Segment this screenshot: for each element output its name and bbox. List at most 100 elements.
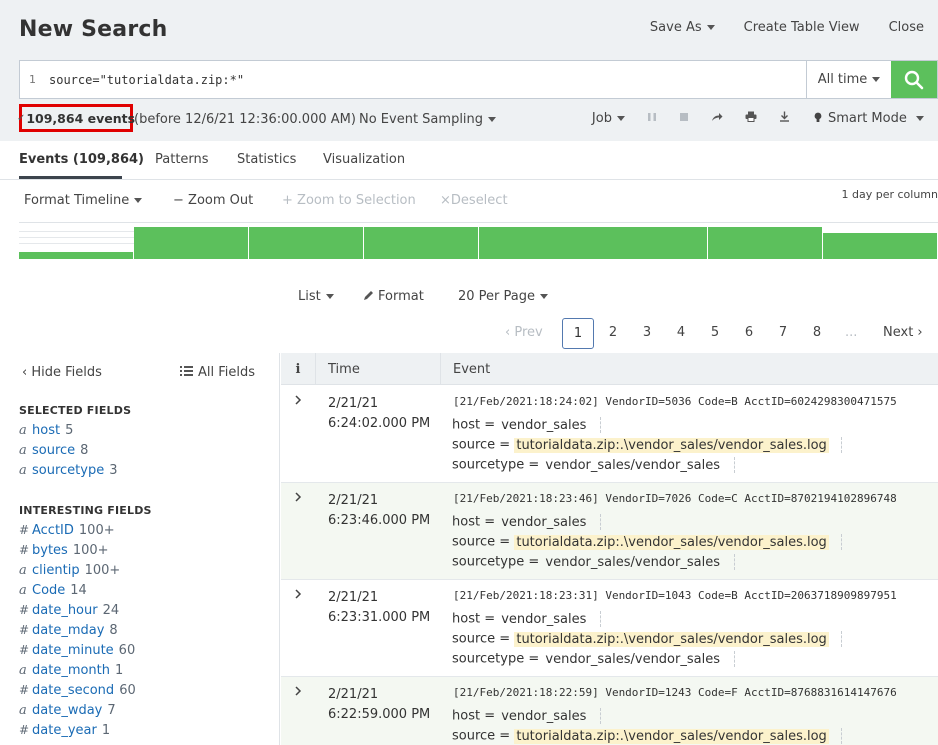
event-raw-text[interactable]: [21/Feb/2021:18:23:31] VendorID=1043 Cod… bbox=[453, 589, 897, 602]
expand-chevron-icon[interactable] bbox=[292, 394, 304, 406]
search-mode-label: Smart Mode bbox=[827, 111, 907, 126]
close-button[interactable]: Close bbox=[889, 20, 924, 35]
prev-page-button[interactable]: ‹ Prev bbox=[505, 325, 543, 340]
page-8-button[interactable]: 8 bbox=[807, 325, 827, 340]
event-raw-text[interactable]: [21/Feb/2021:18:24:02] VendorID=5036 Cod… bbox=[453, 395, 897, 408]
event-raw-text[interactable]: [21/Feb/2021:18:23:46] VendorID=7026 Cod… bbox=[453, 492, 897, 505]
format-menu[interactable]: Format bbox=[363, 289, 424, 304]
deselect-button[interactable]: ×Deselect bbox=[440, 193, 508, 208]
page-4-button[interactable]: 4 bbox=[671, 325, 691, 340]
save-as-menu[interactable]: Save As bbox=[650, 20, 715, 35]
field-count: 100+ bbox=[72, 543, 109, 558]
export-button[interactable] bbox=[779, 111, 790, 126]
page-3-button[interactable]: 3 bbox=[637, 325, 657, 340]
timeline-bar[interactable] bbox=[19, 252, 133, 259]
field-item-date-second[interactable]: # date_second 60 bbox=[19, 683, 136, 698]
page-2-button[interactable]: 2 bbox=[603, 325, 623, 340]
timeline-gridline bbox=[19, 243, 134, 244]
field-item-code[interactable]: a Code 14 bbox=[19, 583, 87, 598]
field-item-date-minute[interactable]: # date_minute 60 bbox=[19, 643, 135, 658]
field-divider bbox=[733, 457, 735, 473]
field-item-host[interactable]: a host 5 bbox=[19, 423, 73, 438]
info-column-header: i bbox=[281, 353, 316, 385]
stop-button[interactable] bbox=[679, 111, 689, 126]
tab-events[interactable]: Events (109,864) bbox=[19, 152, 144, 167]
hide-fields-button[interactable]: ‹ Hide Fields bbox=[22, 365, 102, 380]
event-source-field: source = tutorialdata.zip:.\vendor_sales… bbox=[452, 728, 842, 744]
field-value-host[interactable]: vendor_sales bbox=[499, 709, 588, 724]
time-range-picker[interactable]: All time bbox=[806, 61, 891, 98]
timeline-bar[interactable] bbox=[134, 227, 248, 259]
event-sampling-menu[interactable]: No Event Sampling bbox=[359, 112, 496, 127]
expand-chevron-icon[interactable] bbox=[292, 588, 304, 600]
event-host-field: host = vendor_sales bbox=[452, 708, 602, 724]
share-button[interactable] bbox=[711, 111, 723, 126]
event-raw-text[interactable]: [21/Feb/2021:18:22:59] VendorID=1243 Cod… bbox=[453, 686, 897, 699]
event-time[interactable]: 2/21/21 6:23:31.000 PM bbox=[328, 588, 430, 628]
page-6-button[interactable]: 6 bbox=[739, 325, 759, 340]
share-icon bbox=[711, 113, 723, 121]
timeline-bar[interactable] bbox=[364, 227, 478, 259]
create-table-view-button[interactable]: Create Table View bbox=[744, 20, 860, 35]
job-menu[interactable]: Job bbox=[592, 111, 625, 126]
field-item-source[interactable]: a source 8 bbox=[19, 443, 88, 458]
search-button[interactable] bbox=[891, 61, 937, 98]
timeline-bar[interactable] bbox=[479, 227, 593, 259]
event-time[interactable]: 2/21/21 6:24:02.000 PM bbox=[328, 394, 430, 434]
field-value-host[interactable]: vendor_sales bbox=[499, 418, 588, 433]
field-value-sourcetype[interactable]: vendor_sales/vendor_sales bbox=[543, 458, 722, 473]
field-value-source[interactable]: tutorialdata.zip:.\vendor_sales/vendor_s… bbox=[514, 534, 829, 550]
event-date: 2/21/21 bbox=[328, 396, 379, 411]
tab-statistics[interactable]: Statistics bbox=[237, 152, 296, 167]
field-value-sourcetype[interactable]: vendor_sales/vendor_sales bbox=[543, 555, 722, 570]
per-page-menu[interactable]: 20 Per Page bbox=[458, 289, 548, 304]
event-time[interactable]: 2/21/21 6:22:59.000 PM bbox=[328, 685, 430, 725]
print-icon bbox=[745, 111, 757, 122]
field-item-bytes[interactable]: # bytes 100+ bbox=[19, 543, 109, 558]
field-item-date-wday[interactable]: a date_wday 7 bbox=[19, 703, 116, 718]
field-value-source[interactable]: tutorialdata.zip:.\vendor_sales/vendor_s… bbox=[514, 728, 829, 744]
page-1-button[interactable]: 1 bbox=[562, 318, 594, 349]
timeline-bar[interactable] bbox=[823, 233, 937, 259]
time-column-header[interactable]: Time bbox=[316, 353, 441, 385]
pause-button[interactable] bbox=[647, 111, 657, 126]
format-timeline-menu[interactable]: Format Timeline bbox=[24, 193, 142, 208]
zoom-out-button[interactable]: − Zoom Out bbox=[173, 193, 253, 208]
next-page-button[interactable]: Next › bbox=[883, 325, 923, 340]
print-button[interactable] bbox=[745, 111, 757, 126]
field-item-date-year[interactable]: # date_year 1 bbox=[19, 723, 110, 738]
field-item-clientip[interactable]: a clientip 100+ bbox=[19, 563, 120, 578]
field-value-host[interactable]: vendor_sales bbox=[499, 515, 588, 530]
pager-ellipsis: ... bbox=[845, 325, 858, 340]
timeline-bar[interactable] bbox=[249, 227, 363, 259]
expand-chevron-icon[interactable] bbox=[292, 685, 304, 697]
expand-chevron-icon[interactable] bbox=[292, 491, 304, 503]
timeline-bar[interactable] bbox=[593, 227, 707, 259]
field-item-acctid[interactable]: # AcctID 100+ bbox=[19, 523, 115, 538]
field-item-sourcetype[interactable]: a sourcetype 3 bbox=[19, 463, 118, 478]
tab-patterns[interactable]: Patterns bbox=[155, 152, 209, 167]
timeline-bar[interactable] bbox=[708, 227, 822, 259]
field-divider bbox=[600, 417, 602, 433]
field-item-date-month[interactable]: a date_month 1 bbox=[19, 663, 123, 678]
page-7-button[interactable]: 7 bbox=[773, 325, 793, 340]
search-input[interactable]: source="tutorialdata.zip:*" bbox=[45, 61, 806, 98]
field-value-source[interactable]: tutorialdata.zip:.\vendor_sales/vendor_s… bbox=[514, 437, 829, 453]
field-value-host[interactable]: vendor_sales bbox=[499, 612, 588, 627]
event-source-field: source = tutorialdata.zip:.\vendor_sales… bbox=[452, 534, 842, 550]
field-divider bbox=[840, 631, 842, 647]
field-item-date-mday[interactable]: # date_mday 8 bbox=[19, 623, 118, 638]
event-time[interactable]: 2/21/21 6:23:46.000 PM bbox=[328, 491, 430, 531]
field-value-sourcetype[interactable]: vendor_sales/vendor_sales bbox=[543, 652, 722, 667]
field-name: sourcetype bbox=[32, 463, 105, 478]
page-5-button[interactable]: 5 bbox=[705, 325, 725, 340]
field-item-date-hour[interactable]: # date_hour 24 bbox=[19, 603, 119, 618]
tab-visualization[interactable]: Visualization bbox=[323, 152, 405, 167]
field-value-source[interactable]: tutorialdata.zip:.\vendor_sales/vendor_s… bbox=[514, 631, 829, 647]
timeline-chart[interactable] bbox=[19, 222, 938, 259]
all-fields-button[interactable]: All Fields bbox=[180, 365, 255, 380]
search-mode-menu[interactable]: Smart Mode bbox=[814, 111, 924, 126]
list-view-menu[interactable]: List bbox=[298, 289, 334, 304]
zoom-to-selection-button[interactable]: + Zoom to Selection bbox=[282, 193, 416, 208]
minus-icon: − bbox=[173, 193, 184, 208]
